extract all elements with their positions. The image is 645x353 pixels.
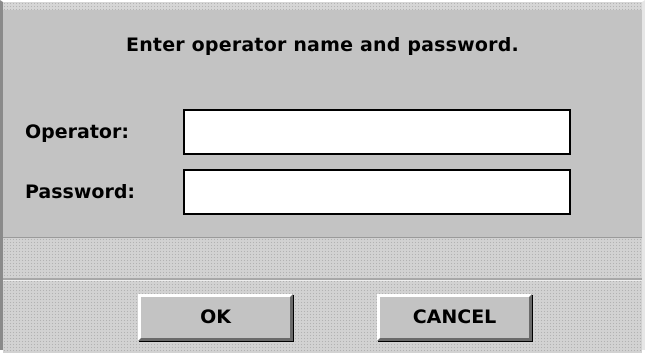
password-label: Password: [25,181,136,203]
operator-label: Operator: [25,121,129,143]
ok-button[interactable]: OK [138,294,293,341]
password-input[interactable] [183,169,571,215]
operator-input[interactable] [183,109,571,155]
button-panel: OK CANCEL [3,237,642,353]
panel-separator [3,278,642,281]
login-dialog: Enter operator name and password. Operat… [0,0,645,353]
dialog-top-strip [3,2,642,10]
cancel-button[interactable]: CANCEL [377,294,532,341]
dialog-instruction: Enter operator name and password. [126,34,519,56]
